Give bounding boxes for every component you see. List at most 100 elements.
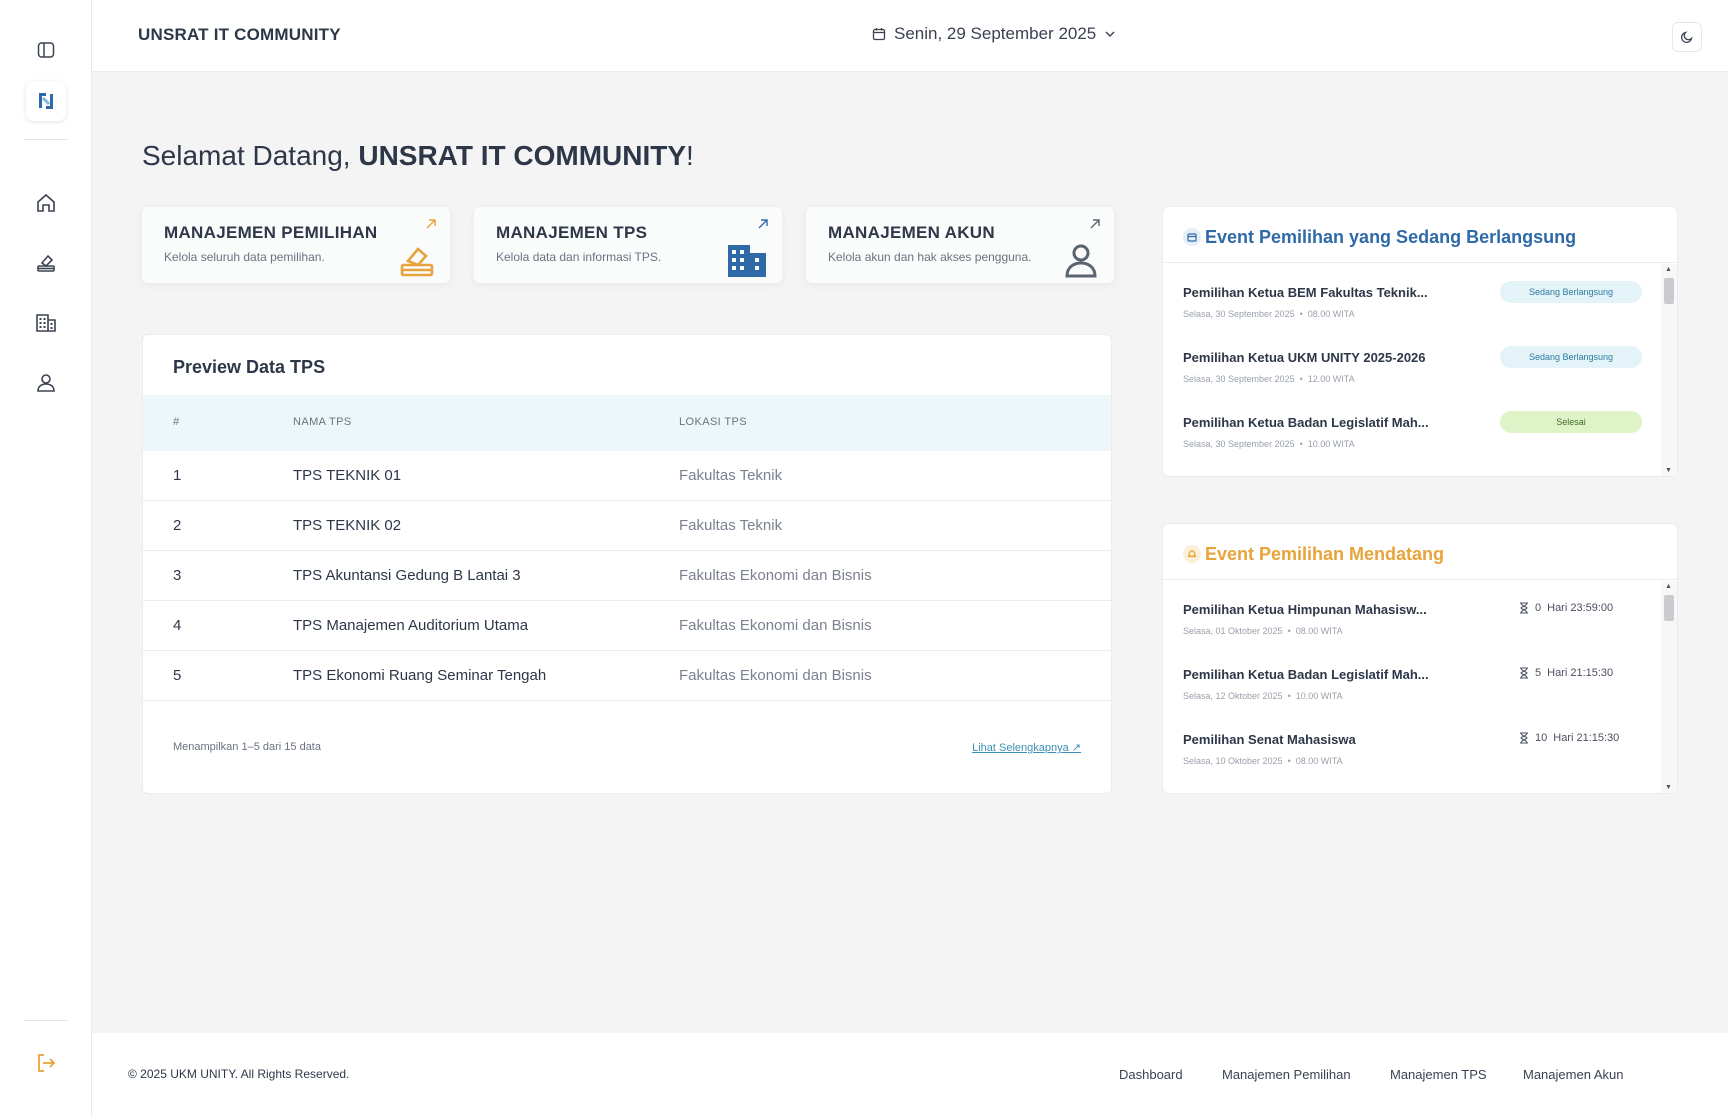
date-label: Senin, 29 September 2025 <box>894 24 1097 43</box>
sidebar-divider-bottom <box>24 1020 68 1021</box>
event-name: Pemilihan Ketua UKM UNITY 2025-2026 <box>1183 350 1426 365</box>
event-date: Selasa, 30 September 2025 <box>1183 439 1295 449</box>
calendar-icon <box>872 28 886 41</box>
event-date: Selasa, 12 Oktober 2025 <box>1183 691 1283 701</box>
brand-title: UNSRAT IT COMMUNITY <box>138 25 341 44</box>
card-manajemen-pemilihan[interactable]: MANAJEMEN PEMILIHAN Kelola seluruh data … <box>142 207 450 283</box>
countdown-days: 0 <box>1535 602 1542 614</box>
welcome-name: UNSRAT IT COMMUNITY <box>358 140 687 171</box>
status-badge: Sedang Berlangsung <box>1500 346 1642 368</box>
table-row[interactable]: 5 TPS Ekonomi Ruang Seminar Tengah Fakul… <box>143 651 1111 701</box>
event-name: Pemilihan Ketua Badan Legislatif Mah... <box>1183 667 1429 682</box>
user-icon <box>37 374 55 392</box>
logout-button[interactable] <box>26 1043 66 1083</box>
scrollbar[interactable]: ▲ ▼ <box>1661 264 1677 476</box>
footer: © 2025 UKM UNITY. All Rights Reserved. D… <box>92 1033 1728 1117</box>
scroll-down-icon[interactable]: ▼ <box>1665 467 1672 474</box>
cell-location: Fakultas Ekonomi dan Bisnis <box>679 567 872 584</box>
scroll-up-icon[interactable]: ▲ <box>1665 266 1672 273</box>
table-row[interactable]: 3 TPS Akuntansi Gedung B Lantai 3 Fakult… <box>143 551 1111 601</box>
cell-name: TPS Ekonomi Ruang Seminar Tengah <box>293 667 547 684</box>
card-manajemen-akun[interactable]: MANAJEMEN AKUN Kelola akun dan hak akses… <box>806 207 1114 283</box>
separator-dot: • <box>1299 374 1303 384</box>
event-item[interactable]: Pemilihan Ketua BEM Fakultas Teknik... S… <box>1183 281 1653 345</box>
column-header-name: NAMA TPS <box>293 416 352 428</box>
event-time: 08.00 WITA <box>1307 309 1355 319</box>
separator-dot: • <box>1299 439 1303 449</box>
scrollbar[interactable]: ▲ ▼ <box>1661 581 1677 793</box>
event-item[interactable]: Pemilihan Ketua UKM UNITY 2025-2026 Sela… <box>1183 346 1653 410</box>
card-title: MANAJEMEN AKUN <box>828 223 995 242</box>
upcoming-events-panel: Event Pemilihan Mendatang Pemilihan Ketu… <box>1162 523 1678 794</box>
see-more-link[interactable]: Lihat Selengkapnya ↗ <box>972 741 1081 754</box>
hourglass-icon <box>1520 732 1528 744</box>
card-manajemen-tps[interactable]: MANAJEMEN TPS Kelola data dan informasi … <box>474 207 782 283</box>
table-row[interactable]: 1 TPS TEKNIK 01 Fakultas Teknik <box>143 451 1111 501</box>
table-row[interactable]: 4 TPS Manajemen Auditorium Utama Fakulta… <box>143 601 1111 651</box>
countdown-time: Hari 23:59:00 <box>1547 602 1614 614</box>
scroll-down-icon[interactable]: ▼ <box>1665 784 1672 791</box>
panel-title: Preview Data TPS <box>173 357 326 377</box>
moon-icon <box>1680 31 1693 44</box>
sidebar-item-tps[interactable] <box>26 303 66 343</box>
event-item[interactable]: Pemilihan Senat Mahasiswa Selasa, 10 Okt… <box>1183 732 1653 792</box>
sidebar-toggle-icon <box>37 42 55 58</box>
event-item[interactable]: Pemilihan Ketua Himpunan Mahasisw... Sel… <box>1183 602 1653 662</box>
scrollbar-thumb[interactable] <box>1664 278 1674 304</box>
cell-location: Fakultas Ekonomi dan Bisnis <box>679 617 872 634</box>
sidebar-item-dashboard[interactable] <box>26 183 66 223</box>
cell-name: TPS Akuntansi Gedung B Lantai 3 <box>293 567 521 584</box>
cell-number: 3 <box>173 567 182 584</box>
scrollbar-thumb[interactable] <box>1664 595 1674 621</box>
sidebar-toggle-button[interactable] <box>26 30 66 70</box>
separator-dot: • <box>1287 691 1291 701</box>
panel-header: Event Pemilihan Mendatang <box>1163 524 1677 580</box>
arrow-up-right-icon <box>1090 219 1100 229</box>
footer-link-pemilihan[interactable]: Manajemen Pemilihan <box>1222 1067 1351 1082</box>
bell-icon <box>1183 545 1201 563</box>
date-selector[interactable]: Senin, 29 September 2025 <box>872 24 1116 44</box>
cell-name: TPS TEKNIK 02 <box>293 517 402 534</box>
scroll-up-icon[interactable]: ▲ <box>1665 583 1672 590</box>
countdown-time: Hari 21:15:30 <box>1547 667 1614 679</box>
footer-link-akun[interactable]: Manajemen Akun <box>1523 1067 1623 1082</box>
arrow-up-right-icon <box>426 219 436 229</box>
top-bar: UNSRAT IT COMMUNITY Senin, 29 September … <box>92 0 1728 72</box>
cell-location: Fakultas Teknik <box>679 467 783 484</box>
status-badge: Sedang Berlangsung <box>1500 281 1642 303</box>
countdown: 10 Hari 21:15:30 <box>1519 732 1619 744</box>
event-time: 10.00 WITA <box>1307 439 1355 449</box>
ballot-box-icon <box>400 247 434 277</box>
home-icon <box>37 193 55 212</box>
panel-title: Event Pemilihan Mendatang <box>1205 544 1445 564</box>
event-date: Selasa, 10 Oktober 2025 <box>1183 756 1283 766</box>
event-time: 10.00 WITA <box>1295 691 1343 701</box>
sidebar-item-pemilihan[interactable] <box>26 243 66 283</box>
welcome-prefix: Selamat Datang, <box>142 140 359 171</box>
event-name: Pemilihan Senat Mahasiswa <box>1183 732 1356 747</box>
table-row[interactable]: 2 TPS TEKNIK 02 Fakultas Teknik <box>143 501 1111 551</box>
ongoing-events-panel: Event Pemilihan yang Sedang Berlangsung … <box>1162 206 1678 477</box>
event-time: 08.00 WITA <box>1295 756 1343 766</box>
footer-link-tps[interactable]: Manajemen TPS <box>1390 1067 1487 1082</box>
sidebar-item-akun[interactable] <box>26 363 66 403</box>
card-title: MANAJEMEN PEMILIHAN <box>164 223 378 242</box>
panel-title: Event Pemilihan yang Sedang Berlangsung <box>1205 227 1577 247</box>
logout-icon <box>38 1054 56 1072</box>
card-description: Kelola data dan informasi TPS. <box>496 250 662 264</box>
event-item[interactable]: Pemilihan Ketua Badan Legislatif Mah... … <box>1183 667 1653 727</box>
pagination-info: Menampilkan 1–5 dari 15 data <box>173 741 321 753</box>
cell-number: 5 <box>173 667 182 684</box>
event-date: Selasa, 30 September 2025 <box>1183 374 1295 384</box>
theme-toggle-button[interactable] <box>1672 22 1702 52</box>
column-header-number: # <box>173 416 180 428</box>
card-title: MANAJEMEN TPS <box>496 223 648 242</box>
footer-link-dashboard[interactable]: Dashboard <box>1119 1067 1183 1082</box>
building-icon <box>36 314 56 332</box>
event-date: Selasa, 30 September 2025 <box>1183 309 1295 319</box>
event-date: Selasa, 01 Oktober 2025 <box>1183 626 1283 636</box>
app-logo[interactable] <box>26 81 66 121</box>
event-name: Pemilihan Ketua Badan Legislatif Mah... <box>1183 415 1429 430</box>
building-icon <box>728 245 766 277</box>
event-item[interactable]: Pemilihan Ketua Badan Legislatif Mah... … <box>1183 411 1653 475</box>
